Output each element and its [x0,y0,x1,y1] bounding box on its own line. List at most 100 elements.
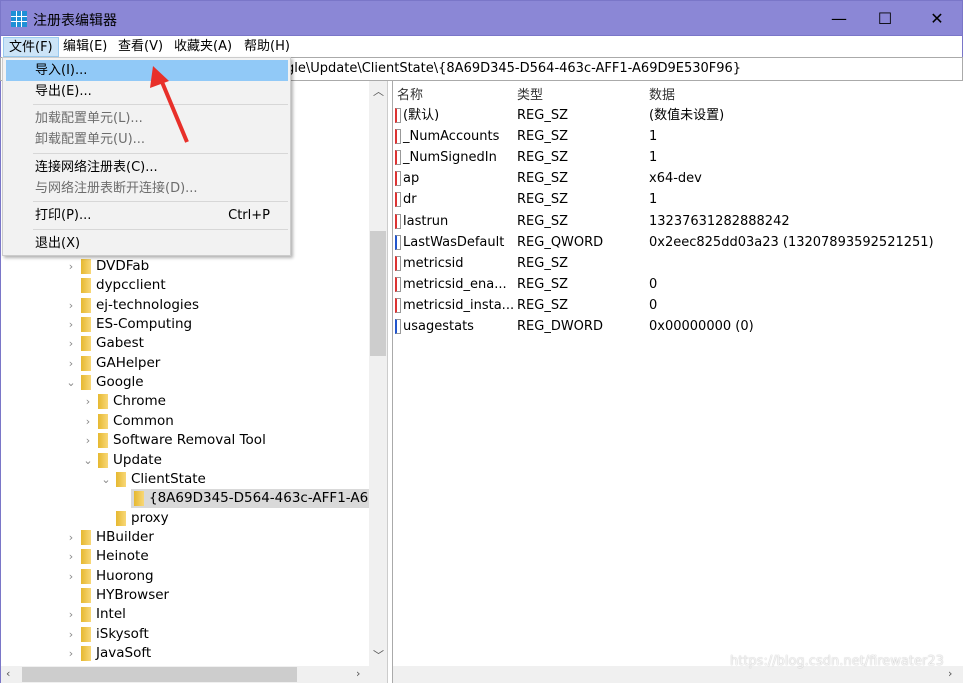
chevron-right-icon[interactable]: › [65,315,77,334]
menu-help[interactable]: 帮助(H) [239,37,295,57]
value-type: REG_QWORD [517,234,604,250]
tree-node[interactable]: ⌄ Google [1,373,371,392]
reg-string-icon [395,276,401,292]
menu-item[interactable]: 打印(P)... Ctrl+P [6,205,288,226]
menu-item-label: 连接网络注册表(C)... [35,160,158,175]
scroll-left-icon[interactable]: ‹ [6,667,10,680]
scroll-down-icon[interactable]: ﹀ [373,647,384,663]
column-header-name[interactable]: 名称 [397,85,423,106]
tree-node[interactable]: › iSkysoft [1,625,371,644]
tree-hscroll-thumb[interactable] [22,667,297,682]
menu-separator [33,104,288,105]
tree-node[interactable]: › Huorong [1,567,371,586]
value-row[interactable]: metricsid_ena... REG_SZ 0 [393,274,963,295]
tree-node-label: DVDFab [96,258,150,274]
value-data: 0x2eec825dd03a23 (13207893592521251) [649,234,934,250]
tree-node[interactable]: › Heinote [1,547,371,566]
tree-node[interactable]: › Gabest [1,334,371,353]
maximize-button[interactable]: ☐ [862,5,908,33]
close-button[interactable]: ✕ [914,5,960,33]
reg-string-icon [395,108,401,123]
chevron-right-icon[interactable]: › [65,644,77,663]
chevron-right-icon[interactable]: › [65,257,77,276]
chevron-down-icon[interactable]: ⌄ [82,451,94,470]
value-row[interactable]: (默认) REG_SZ (数值未设置) [393,105,963,126]
value-row[interactable]: _NumAccounts REG_SZ 1 [393,126,963,147]
chevron-right-icon[interactable]: › [65,334,77,353]
value-data: x64-dev [649,171,702,187]
tree-node-label: Software Removal Tool [113,432,266,449]
value-row[interactable]: LastWasDefault REG_QWORD 0x2eec825dd03a2… [393,232,963,253]
chevron-right-icon[interactable]: › [65,296,77,315]
value-row[interactable]: usagestats REG_DWORD 0x00000000 (0) [393,316,963,337]
chevron-right-icon[interactable]: › [65,567,77,586]
tree-node[interactable]: › Chrome [1,392,371,411]
tree-horizontal-scrollbar[interactable]: ‹ › [1,666,387,683]
chevron-right-icon[interactable]: › [65,625,77,644]
scroll-right-icon[interactable]: › [948,667,952,680]
menu-item[interactable]: 导入(I)... [6,60,288,81]
menu-item-label: 卸载配置单元(U)... [35,132,146,147]
tree-node[interactable]: › JavaSoft [1,644,371,663]
column-header-type[interactable]: 类型 [517,85,543,106]
chevron-right-icon[interactable]: › [82,392,94,411]
chevron-right-icon[interactable]: › [65,547,77,566]
chevron-right-icon[interactable]: › [65,605,77,624]
value-type: REG_SZ [517,150,568,166]
tree-node[interactable]: › DVDFab [1,257,371,276]
tree-node[interactable]: › GAHelper [1,354,371,373]
value-type: REG_SZ [517,171,568,187]
value-row[interactable]: metricsid REG_SZ [393,253,963,274]
tree-node-label: Gabest [96,335,144,352]
folder-icon [81,568,91,584]
folder-icon [116,510,126,526]
menu-view[interactable]: 查看(V) [113,37,168,57]
tree-node[interactable]: › HBuilder [1,528,371,547]
value-name: _NumSignedIn [403,150,497,166]
tree-node[interactable]: ⌄ Update [1,451,371,470]
value-name: dr [403,192,417,208]
menu-item[interactable]: 导出(E)... [6,81,288,102]
tree-node[interactable]: dypcclient [1,276,371,295]
tree-node[interactable]: proxy [1,509,371,528]
value-row[interactable]: dr REG_SZ 1 [393,189,963,210]
menu-item-label: 打印(P)... [35,208,92,223]
scroll-right-icon[interactable]: › [356,667,360,680]
tree-node[interactable]: {8A69D345-D564-463c-AFF1-A69D [1,489,371,509]
menu-file[interactable]: 文件(F) [3,37,59,57]
chevron-right-icon[interactable]: › [82,431,94,450]
tree-node-label: Intel [96,606,126,623]
scroll-up-icon[interactable]: ︿ [373,83,384,99]
tree-scroll-thumb[interactable] [370,231,386,356]
chevron-down-icon[interactable]: ⌄ [100,470,112,489]
tree-node[interactable]: › Common [1,412,371,431]
menu-item[interactable]: 退出(X) [6,233,288,254]
folder-icon [81,549,91,565]
chevron-right-icon[interactable]: › [65,354,77,373]
tree-node[interactable]: › Software Removal Tool [1,431,371,450]
menu-edit[interactable]: 编辑(E) [58,37,112,57]
column-header-data[interactable]: 数据 [649,85,675,106]
chevron-down-icon[interactable]: ⌄ [65,373,77,392]
chevron-right-icon[interactable]: › [65,528,77,547]
menu-item[interactable]: 连接网络注册表(C)... [6,157,288,178]
value-data: (数值未设置) [649,108,725,123]
value-name: metricsid_insta... [403,297,515,313]
value-row[interactable]: ap REG_SZ x64-dev [393,168,963,189]
folder-icon [98,394,108,410]
value-row[interactable]: lastrun REG_SZ 13237631282888242 [393,211,963,232]
value-row[interactable]: metricsid_insta... REG_SZ 0 [393,295,963,316]
menu-favorites[interactable]: 收藏夹(A) [169,37,237,57]
value-row[interactable]: _NumSignedIn REG_SZ 1 [393,147,963,168]
tree-vertical-scrollbar[interactable]: ︿ ﹀ [369,81,387,668]
tree-node[interactable]: › ES-Computing [1,315,371,334]
tree-node[interactable]: › ej-technologies [1,296,371,315]
minimize-button[interactable]: — [816,5,862,33]
chevron-right-icon[interactable]: › [82,412,94,431]
value-data: 1 [649,150,658,166]
value-data: 0 [649,297,658,313]
tree-node[interactable]: ⌄ ClientState [1,470,371,489]
tree-node[interactable]: HYBrowser [1,586,371,605]
value-name: ap [403,171,420,187]
tree-node[interactable]: › Intel [1,605,371,624]
